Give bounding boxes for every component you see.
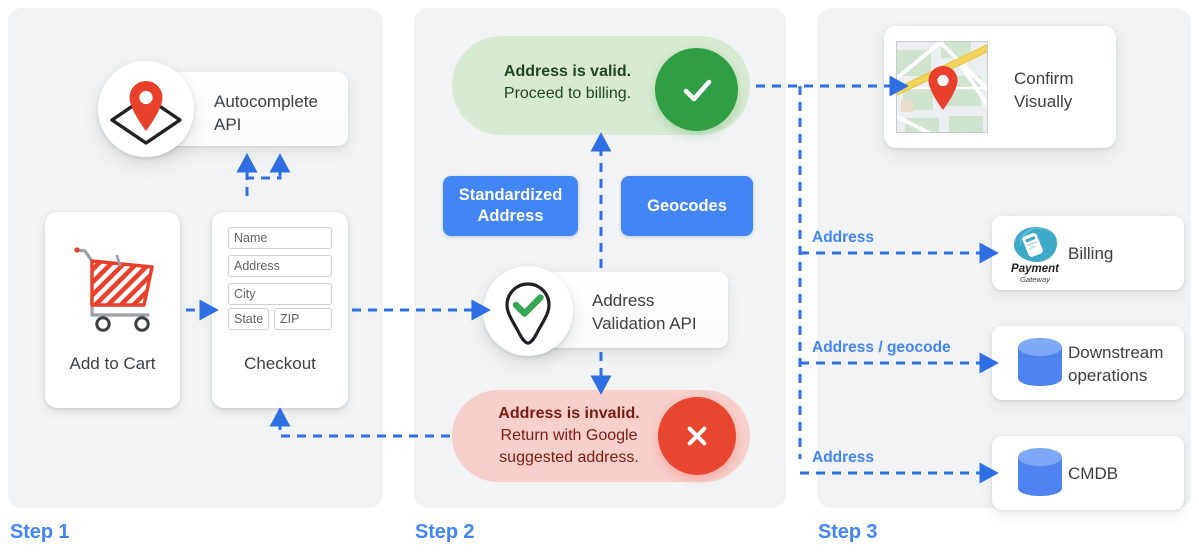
address-valid-text: Address is valid. Proceed to billing. bbox=[470, 61, 665, 105]
geocodes-button[interactable]: Geocodes bbox=[621, 176, 753, 236]
confirm-visually-label: Confirm Visually bbox=[1014, 69, 1074, 111]
step-1-label: Step 1 bbox=[10, 521, 70, 543]
address-valid-line1: Address is valid. bbox=[503, 63, 632, 80]
state-field[interactable]: State bbox=[228, 308, 269, 330]
database-icon bbox=[1018, 448, 1062, 496]
downstream-operations-label: Downstream operations bbox=[1068, 343, 1164, 385]
address-invalid-line3: suggested address. bbox=[499, 449, 639, 466]
billing-label: Billing bbox=[1068, 244, 1114, 263]
checkout-label: Checkout bbox=[244, 354, 316, 373]
pin-check-icon bbox=[483, 266, 573, 356]
add-to-cart-card bbox=[45, 212, 180, 408]
payment-gateway-logo-text-2: Gateway bbox=[1020, 275, 1051, 284]
map-pin-diamond-icon bbox=[98, 61, 194, 157]
step-2-label: Step 2 bbox=[415, 521, 475, 543]
address-valid-line2: Proceed to billing. bbox=[503, 85, 632, 102]
diagram-canvas: Autocomplete API Add to Cart Name Addres… bbox=[0, 0, 1199, 556]
payment-gateway-logo: Payment Gateway bbox=[1011, 227, 1060, 284]
autocomplete-api-label: Autocomplete API bbox=[214, 92, 318, 134]
cmdb-label: CMDB bbox=[1068, 464, 1119, 483]
address-validation-api-label: Address Validation API bbox=[592, 291, 697, 333]
standardized-address-button[interactable]: Standardized Address bbox=[443, 176, 578, 236]
close-icon bbox=[658, 397, 736, 475]
name-field[interactable]: Name bbox=[228, 227, 332, 249]
add-to-cart-label: Add to Cart bbox=[69, 354, 156, 373]
address-field[interactable]: Address bbox=[228, 255, 332, 277]
shopping-cart-icon bbox=[74, 247, 154, 332]
edge-label-cmdb: Address bbox=[812, 449, 875, 466]
edge-label-downstream: Address / geocode bbox=[812, 339, 951, 356]
edge-label-billing: Address bbox=[812, 229, 875, 246]
step-3-label: Step 3 bbox=[818, 521, 878, 543]
map-thumbnail-icon bbox=[896, 41, 988, 133]
city-field[interactable]: City bbox=[228, 283, 332, 305]
check-icon bbox=[655, 48, 738, 131]
address-invalid-line2: Return with Google bbox=[500, 427, 638, 444]
address-invalid-line1: Address is invalid. bbox=[498, 405, 640, 422]
address-invalid-text: Address is invalid. Return with Google s… bbox=[468, 403, 670, 469]
zip-field[interactable]: ZIP bbox=[274, 308, 332, 330]
database-icon bbox=[1018, 338, 1062, 386]
payment-gateway-logo-text-1: Payment bbox=[1011, 263, 1060, 275]
